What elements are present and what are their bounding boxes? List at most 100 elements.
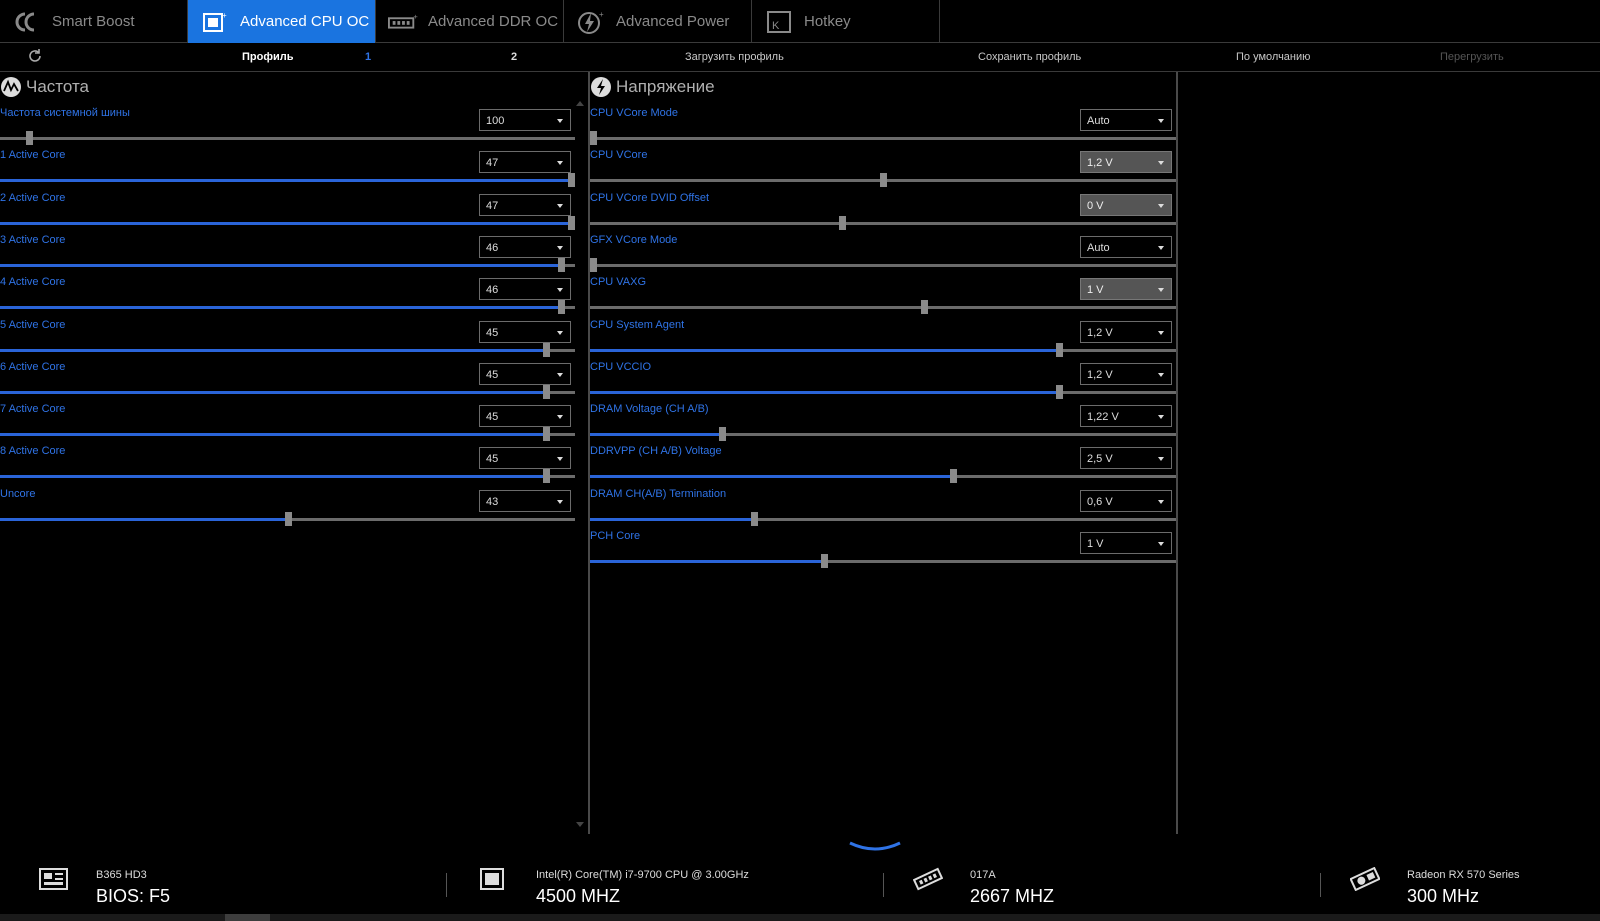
value-slider[interactable]: [0, 215, 575, 230]
tab-advanced-cpu-oc[interactable]: + Advanced CPU OC: [188, 0, 376, 43]
refresh-icon[interactable]: [27, 48, 43, 67]
value-dropdown[interactable]: 45: [479, 447, 571, 470]
slider-thumb[interactable]: [821, 554, 829, 568]
value-dropdown[interactable]: 0,6 V: [1080, 489, 1172, 512]
value-slider[interactable]: [590, 131, 1176, 145]
scroll-up-icon[interactable]: [576, 101, 584, 106]
chevron-down-icon: [557, 203, 563, 208]
value-slider[interactable]: [0, 300, 575, 315]
chevron-down-icon: [1158, 161, 1164, 166]
slider-thumb[interactable]: [718, 427, 726, 442]
value-slider[interactable]: [0, 257, 575, 272]
slider-thumb[interactable]: [1055, 342, 1063, 357]
value-slider[interactable]: [590, 554, 1176, 568]
tab-bar: Smart Boost + Advanced CPU OC + Advanced…: [0, 0, 1600, 43]
slider-thumb[interactable]: [25, 131, 33, 145]
value-slider[interactable]: [590, 215, 1176, 230]
slider-thumb[interactable]: [921, 300, 929, 315]
value-slider[interactable]: [0, 427, 575, 442]
load-profile-button[interactable]: Загрузить профиль: [685, 51, 784, 63]
value-dropdown[interactable]: 100: [479, 109, 571, 131]
slider-thumb[interactable]: [568, 215, 575, 230]
slider-thumb[interactable]: [557, 257, 565, 272]
value-slider[interactable]: [590, 257, 1176, 272]
value-dropdown[interactable]: 47: [479, 151, 571, 174]
value-slider[interactable]: [590, 173, 1176, 188]
save-profile-button[interactable]: Сохранить профиль: [978, 51, 1081, 63]
setting-label: PCH Core: [590, 530, 641, 542]
memory-frequency: 2667 MHZ: [970, 886, 1055, 906]
power-bolt-icon: +: [576, 10, 606, 34]
value-slider[interactable]: [0, 511, 575, 526]
slider-thumb[interactable]: [543, 427, 551, 442]
svg-text:+: +: [222, 11, 227, 20]
slider-fill: [590, 475, 954, 479]
value-slider[interactable]: [0, 384, 575, 399]
value-dropdown[interactable]: 43: [479, 489, 571, 512]
value-dropdown[interactable]: 1 V: [1080, 278, 1172, 301]
slider-thumb[interactable]: [557, 300, 565, 315]
slider-thumb[interactable]: [1055, 384, 1063, 399]
slider-thumb[interactable]: [590, 257, 597, 272]
value-dropdown[interactable]: 46: [479, 235, 571, 258]
tab-hotkey[interactable]: K Hotkey: [752, 0, 940, 43]
slider-thumb[interactable]: [543, 384, 551, 399]
value-dropdown[interactable]: 45: [479, 320, 571, 343]
slider-thumb[interactable]: [880, 173, 887, 188]
setting-label: Частота системной шины: [0, 107, 130, 119]
setting-label: CPU VCCIO: [590, 360, 652, 373]
value-dropdown[interactable]: 1,2 V: [1080, 151, 1172, 174]
value-dropdown[interactable]: 47: [479, 193, 571, 216]
value-slider[interactable]: [590, 342, 1176, 357]
profile-2-button[interactable]: 2: [511, 51, 517, 63]
scroll-down-icon[interactable]: [576, 822, 584, 827]
chevron-down-icon: [1158, 457, 1164, 462]
value-slider[interactable]: [590, 427, 1176, 442]
value-dropdown[interactable]: 1 V: [1080, 532, 1172, 554]
slider-thumb[interactable]: [838, 215, 846, 230]
value-dropdown[interactable]: 1,2 V: [1080, 362, 1172, 385]
tab-advanced-ddr-oc[interactable]: + Advanced DDR OC: [376, 0, 564, 43]
slider-thumb[interactable]: [950, 469, 958, 484]
value-dropdown[interactable]: 46: [479, 278, 571, 301]
slider-fill: [0, 433, 547, 437]
slider-thumb[interactable]: [543, 342, 551, 357]
slider-thumb[interactable]: [543, 469, 551, 484]
slider-thumb[interactable]: [284, 511, 292, 526]
value-dropdown[interactable]: 45: [479, 362, 571, 385]
value-slider[interactable]: [0, 131, 575, 145]
slider-thumb[interactable]: [751, 511, 759, 526]
value-dropdown[interactable]: 1,22 V: [1080, 405, 1172, 428]
value-slider[interactable]: [590, 511, 1176, 526]
footer-separator: [446, 873, 447, 897]
tab-label: Advanced CPU OC: [240, 13, 370, 30]
value-slider[interactable]: [590, 469, 1176, 484]
tab-advanced-power[interactable]: + Advanced Power: [564, 0, 752, 43]
tab-smart-boost[interactable]: Smart Boost: [0, 0, 188, 43]
frequency-setting-row: 5 Active Core 45: [0, 319, 575, 361]
reboot-button[interactable]: Перегрузить: [1440, 51, 1504, 63]
value-dropdown[interactable]: 1,2 V: [1080, 320, 1172, 343]
value-slider[interactable]: [0, 173, 575, 188]
tab-label: Advanced DDR OC: [428, 13, 559, 30]
value-slider[interactable]: [0, 342, 575, 357]
setting-label: CPU VCore DVID Offset: [590, 191, 709, 204]
value-dropdown[interactable]: Auto: [1080, 109, 1172, 131]
value-dropdown[interactable]: 0 V: [1080, 193, 1172, 216]
frequency-setting-row: Uncore 43: [0, 488, 575, 530]
slider-thumb[interactable]: [568, 173, 575, 188]
slider-thumb[interactable]: [590, 131, 597, 145]
chevron-down-icon: [557, 245, 563, 250]
memory-info: 017A 2667 MHZ: [912, 855, 1293, 913]
tab-label: Hotkey: [804, 13, 851, 30]
value-dropdown[interactable]: Auto: [1080, 235, 1172, 258]
value-dropdown[interactable]: 2,5 V: [1080, 447, 1172, 470]
scrollbar-thumb[interactable]: [225, 914, 270, 921]
value-slider[interactable]: [590, 384, 1176, 399]
value-slider[interactable]: [0, 469, 575, 484]
default-button[interactable]: По умолчанию: [1236, 51, 1310, 63]
voltage-setting-row: DDRVPP (CH A/B) Voltage 2,5 V: [590, 445, 1176, 487]
value-slider[interactable]: [590, 300, 1176, 315]
value-dropdown[interactable]: 45: [479, 405, 571, 428]
profile-1-button[interactable]: 1: [365, 51, 371, 63]
